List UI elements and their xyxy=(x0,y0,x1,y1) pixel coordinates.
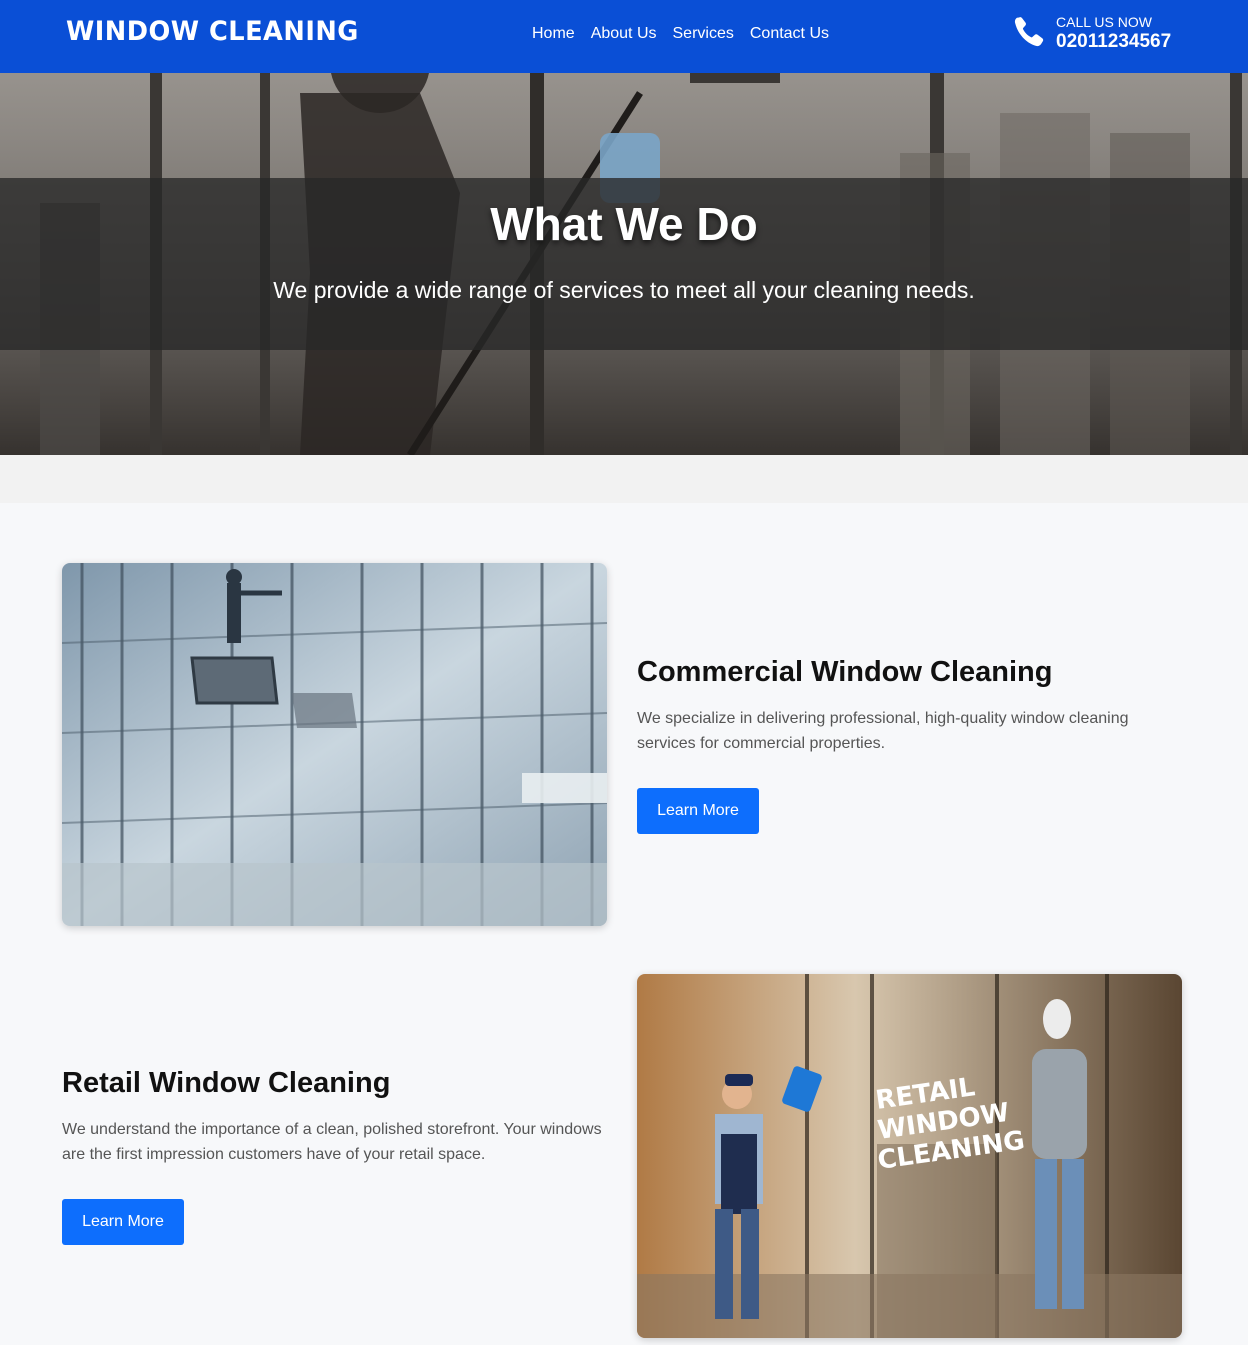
site-logo[interactable]: WINDOW CLEANING xyxy=(66,16,359,47)
call-number[interactable]: 02011234567 xyxy=(1056,30,1171,54)
hero-title: What We Do xyxy=(490,198,758,250)
section-divider xyxy=(0,455,1248,503)
service-text-retail: We understand the importance of a clean,… xyxy=(62,1121,602,1163)
phone-icon xyxy=(1012,15,1046,54)
commercial-cleaning-image xyxy=(62,563,607,926)
hero-subtitle: We provide a wide range of services to m… xyxy=(273,277,975,303)
hero-banner: What We Do We provide a wide range of se… xyxy=(0,73,1248,455)
site-header: WINDOW CLEANING Home About Us Services C… xyxy=(0,0,1248,73)
nav-about-us[interactable]: About Us xyxy=(591,25,657,43)
main-nav: Home About Us Services Contact Us xyxy=(532,25,829,43)
service-title-commercial: Commercial Window Cleaning xyxy=(637,656,1053,688)
service-title-retail: Retail Window Cleaning xyxy=(62,1067,391,1099)
retail-cleaning-image: RETAIL WINDOW CLEANING xyxy=(637,974,1182,1338)
call-label: CALL US NOW xyxy=(1056,14,1152,30)
learn-more-commercial-button[interactable]: Learn More xyxy=(637,788,759,834)
call-now[interactable]: CALL US NOW 02011234567 xyxy=(1012,14,1171,54)
nav-services[interactable]: Services xyxy=(673,25,734,43)
nav-contact-us[interactable]: Contact Us xyxy=(750,25,829,43)
nav-home[interactable]: Home xyxy=(532,25,575,43)
service-text-commercial: We specialize in delivering professional… xyxy=(637,710,1129,752)
learn-more-retail-button[interactable]: Learn More xyxy=(62,1199,184,1245)
